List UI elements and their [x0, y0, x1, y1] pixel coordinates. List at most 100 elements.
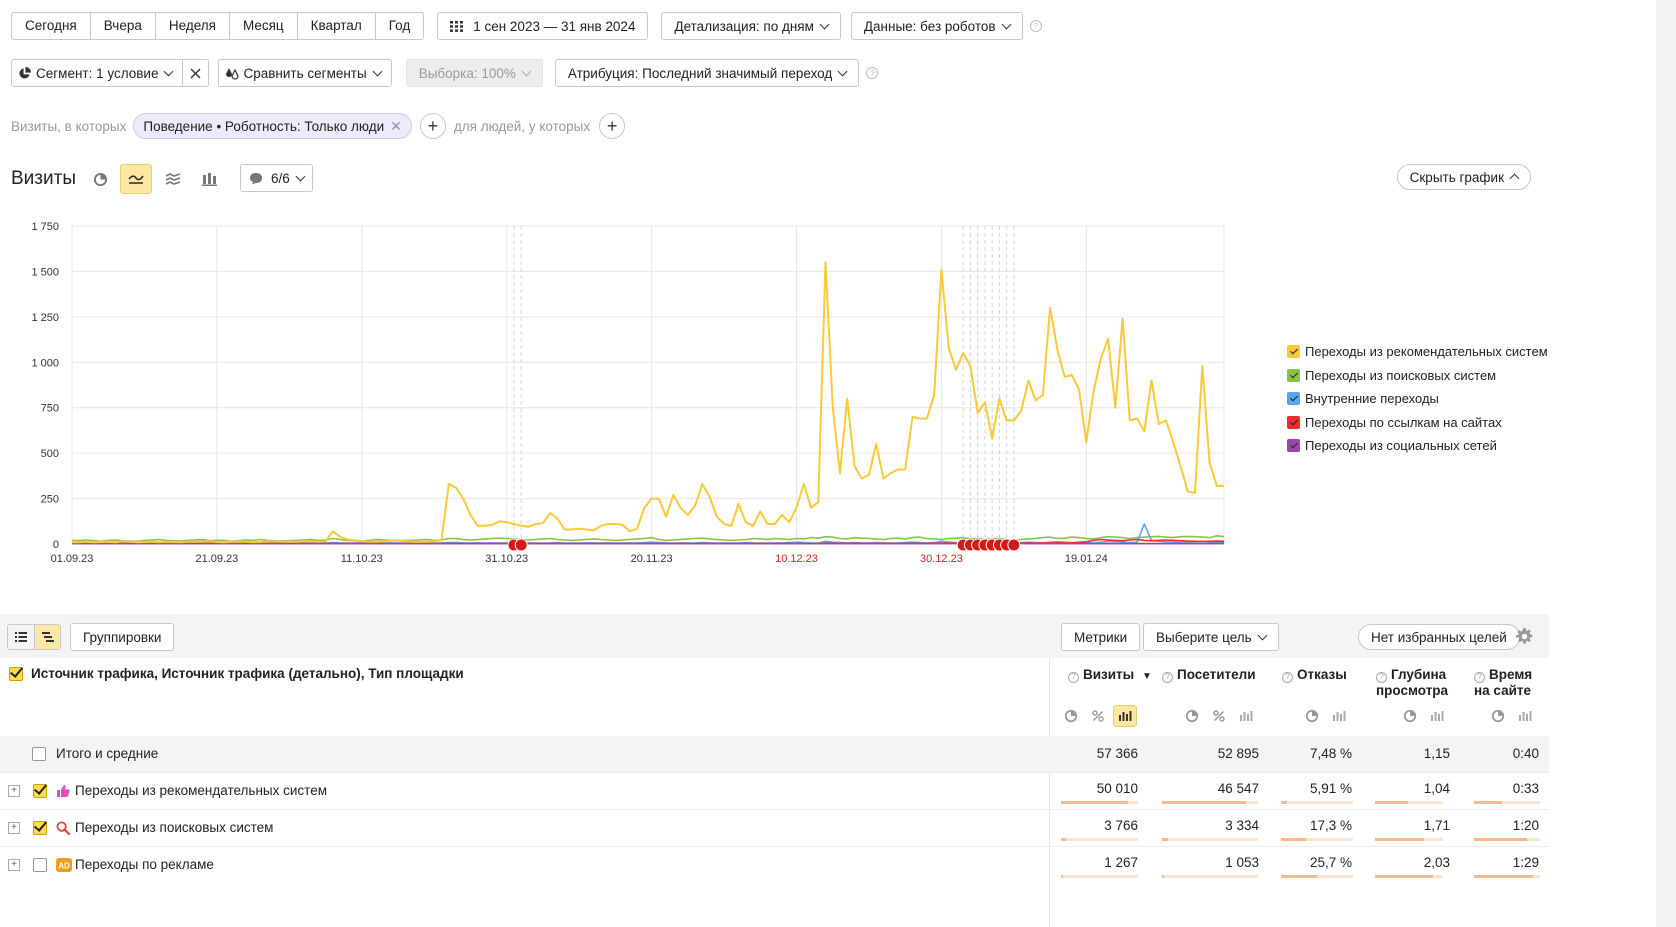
metrics-button[interactable]: Метрики: [1061, 623, 1141, 651]
total-checkbox[interactable]: [32, 747, 46, 761]
legend-checkbox[interactable]: [1287, 368, 1300, 382]
list-view-button[interactable]: [8, 625, 34, 649]
data-filter-dropdown[interactable]: Данные: без роботов: [850, 12, 1023, 40]
legend-item-internal[interactable]: Внутренние переходы: [1287, 387, 1548, 411]
notes-dropdown[interactable]: 6/6: [240, 164, 313, 192]
pie-chart-icon[interactable]: [1180, 705, 1204, 727]
bar-chart-icon[interactable]: [1113, 705, 1137, 727]
y-tick-label: 500: [41, 448, 59, 460]
help-icon[interactable]: ?: [1029, 20, 1042, 32]
percent-icon[interactable]: [1086, 705, 1110, 727]
legend-checkbox[interactable]: [1287, 392, 1300, 406]
legend-checkbox[interactable]: [1287, 439, 1300, 453]
table-row[interactable]: + Переходы из рекомендательных систем 50 0…: [0, 772, 1549, 809]
row-bar-fill: [1375, 801, 1408, 804]
row-label[interactable]: Переходы из поисковых систем: [75, 820, 273, 835]
column-visitors[interactable]: ? Посетители: [1162, 667, 1256, 683]
bar-chart-icon[interactable]: [1513, 705, 1537, 727]
pie-chart-icon[interactable]: [1059, 705, 1083, 727]
legend-item-social[interactable]: Переходы из социальных сетей: [1287, 434, 1548, 458]
period-today[interactable]: Сегодня: [12, 13, 91, 39]
detail-dropdown[interactable]: Детализация: по дням: [661, 12, 841, 40]
area-chart-type-button[interactable]: [157, 164, 189, 194]
row-checkbox[interactable]: [33, 858, 47, 872]
pie-chart-icon[interactable]: [1486, 705, 1510, 727]
bar-chart-icon[interactable]: [1425, 705, 1449, 727]
expand-row-button[interactable]: +: [8, 785, 20, 797]
dimension-header[interactable]: Источник трафика, Источник трафика (дета…: [9, 666, 464, 681]
column-depth[interactable]: ? Глубина просмотра: [1376, 667, 1456, 699]
bar-chart-icon[interactable]: [1327, 705, 1351, 727]
row-cell: 5,91 %: [1309, 781, 1352, 796]
pie-chart-type-button[interactable]: [84, 164, 116, 194]
column-visits[interactable]: ? Визиты ▼: [1068, 667, 1152, 685]
pie-chart-icon[interactable]: [1300, 705, 1324, 727]
gear-icon[interactable]: [1516, 628, 1533, 645]
bar-chart-type-button[interactable]: [193, 164, 225, 194]
period-week[interactable]: Неделя: [156, 13, 230, 39]
table-row[interactable]: + Переходы из поисковых систем 3 766 3 334 1…: [0, 809, 1549, 846]
sample-label: Выборка: 100%: [418, 65, 516, 81]
help-icon[interactable]: ?: [1162, 671, 1173, 683]
pie-segment-icon: [19, 66, 31, 79]
expand-row-button[interactable]: +: [8, 822, 20, 834]
close-icon[interactable]: ✕: [390, 118, 402, 135]
help-icon[interactable]: ?: [1282, 671, 1293, 683]
hide-chart-button[interactable]: Скрыть график: [1396, 164, 1531, 190]
note-marker[interactable]: [1007, 538, 1021, 552]
add-visit-condition-button[interactable]: +: [419, 113, 446, 139]
series-line-0[interactable]: [72, 261, 1224, 544]
legend-item-recommend[interactable]: Переходы из рекомендательных систем: [1287, 340, 1548, 364]
period-yesterday[interactable]: Вчера: [91, 13, 156, 39]
groupings-button[interactable]: Группировки: [70, 623, 175, 651]
legend-label: Переходы из социальных сетей: [1305, 438, 1497, 454]
dimension-checkbox[interactable]: [9, 666, 23, 681]
sample-dropdown[interactable]: Выборка: 100%: [405, 59, 543, 87]
row-checkbox[interactable]: [33, 784, 47, 798]
filter-chip[interactable]: Поведение • Роботность: Только люди ✕: [133, 113, 412, 139]
period-month[interactable]: Месяц: [230, 13, 298, 39]
row-label[interactable]: Переходы по рекламе: [75, 857, 214, 872]
percent-icon[interactable]: [1207, 705, 1231, 727]
row-cell: 50 010: [1096, 781, 1138, 796]
bar-chart-icon[interactable]: [1234, 705, 1258, 727]
help-icon[interactable]: ?: [1376, 671, 1387, 683]
y-tick-label: 750: [41, 403, 59, 415]
clear-segment-button[interactable]: [183, 59, 210, 87]
legend-item-links[interactable]: Переходы по ссылкам на сайтах: [1287, 411, 1548, 435]
row-checkbox[interactable]: [33, 821, 47, 835]
row-bar-fill: [1061, 875, 1063, 878]
legend-checkbox[interactable]: [1287, 345, 1300, 359]
favorite-goals-button[interactable]: Нет избранных целей: [1358, 624, 1520, 650]
tree-view-button[interactable]: [34, 625, 60, 649]
help-icon[interactable]: ?: [866, 67, 879, 79]
filter-chip-label: Поведение • Роботность: Только люди: [143, 118, 385, 134]
chevron-down-icon: [1001, 19, 1012, 29]
legend-item-search[interactable]: Переходы из поисковых систем: [1287, 364, 1548, 388]
add-people-condition-button[interactable]: +: [599, 113, 626, 139]
date-range-button[interactable]: 1 сен 2023 — 31 янв 2024: [437, 12, 649, 40]
goal-dropdown[interactable]: Выберите цель: [1143, 623, 1279, 651]
sort-down-icon[interactable]: ▼: [1142, 671, 1152, 682]
column-time[interactable]: ? Время на сайте: [1474, 667, 1544, 699]
period-quarter[interactable]: Квартал: [298, 13, 376, 39]
row-bar: [1061, 838, 1138, 841]
help-icon[interactable]: ?: [1068, 671, 1079, 683]
chevron-down-icon: [837, 66, 848, 76]
expand-row-button[interactable]: +: [8, 859, 20, 871]
column-bounces[interactable]: ? Отказы: [1282, 667, 1347, 683]
series-line-1[interactable]: [71, 534, 1225, 543]
help-icon[interactable]: ?: [1474, 671, 1485, 683]
pie-chart-icon[interactable]: [1398, 705, 1422, 727]
compare-segments-dropdown[interactable]: Сравнить сегменты: [218, 59, 392, 87]
attribution-dropdown[interactable]: Атрибуция: Последний значимый переход: [554, 59, 860, 87]
segment-dropdown[interactable]: Сегмент: 1 условие: [11, 59, 184, 87]
row-bar: [1375, 801, 1443, 804]
table-row[interactable]: + AD Переходы по рекламе 1 267 1 053 25,7 % 2,…: [0, 846, 1549, 883]
legend-checkbox[interactable]: [1287, 415, 1300, 429]
note-marker[interactable]: [514, 538, 528, 552]
line-chart-type-button[interactable]: [120, 164, 152, 194]
page-scrollbar[interactable]: [1656, 0, 1676, 927]
row-label[interactable]: Переходы из рекомендательных систем: [75, 783, 327, 798]
period-year[interactable]: Год: [376, 13, 423, 39]
